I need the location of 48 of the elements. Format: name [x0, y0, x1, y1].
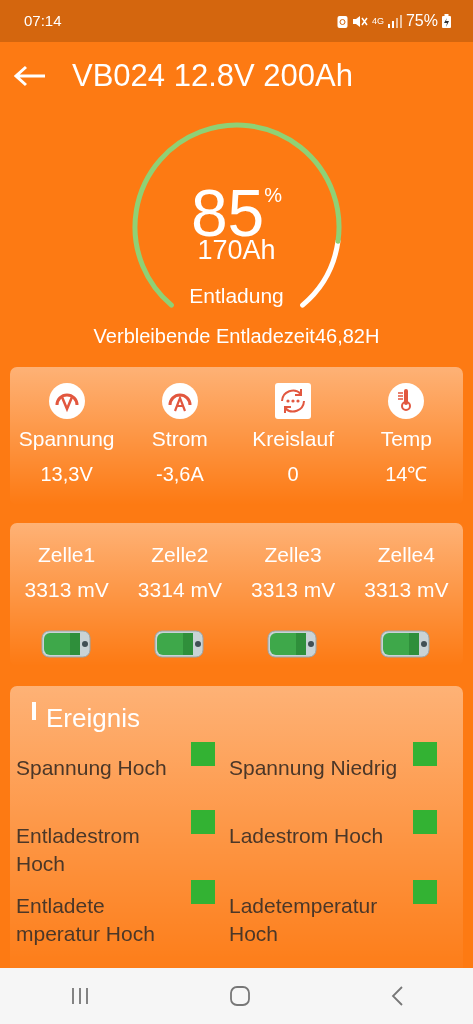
remaining-time: Verbleibende Entladezeit46,82H	[93, 325, 380, 347]
cell-voltage: 3313 mV	[251, 577, 336, 603]
page-title: VB024 12.8V 200Ah	[72, 56, 353, 95]
network-type: 4G	[371, 16, 384, 26]
recent-apps-icon[interactable]	[70, 988, 89, 1004]
event-label: Entladete mperatur Hoch	[16, 892, 156, 947]
metric-value: 14℃	[385, 461, 428, 487]
battery-cell-icon	[380, 629, 433, 658]
battery-cell-icon	[267, 629, 320, 658]
home-icon[interactable]	[229, 986, 250, 1006]
metric-label: Strom	[151, 426, 208, 452]
cell-name: Zelle1	[38, 541, 96, 568]
cell-name: Zelle2	[151, 541, 209, 568]
ammeter-icon	[161, 383, 198, 419]
event-label: Ladetemperatur Hoch	[229, 892, 379, 947]
cell-name: Zelle4	[377, 541, 435, 568]
cell-voltage: 3314 mV	[137, 577, 222, 603]
battery-percent: 75%	[405, 11, 438, 31]
event-label: Spannung Niedrig	[229, 754, 398, 781]
cell-voltage: 3313 mV	[24, 577, 109, 603]
event-label: Ladestrom Hoch	[229, 822, 384, 849]
metric-value: -3,6A	[155, 461, 204, 487]
back-icon[interactable]	[390, 986, 403, 1006]
percent-unit: %	[264, 184, 283, 206]
back-arrow-icon[interactable]	[14, 65, 46, 87]
battery-cell-icon	[153, 629, 206, 658]
cycle-icon	[275, 383, 312, 419]
battery-cell-icon	[40, 629, 93, 658]
notification-icon	[336, 14, 348, 28]
voltmeter-icon	[48, 383, 85, 419]
event-label: Entladestrom Hoch	[16, 822, 141, 877]
thermometer-icon	[388, 383, 425, 419]
cell-name: Zelle3	[264, 541, 322, 568]
gauge-track	[299, 238, 340, 308]
metric-label: Spannung	[18, 426, 115, 452]
cell-voltage: 3313 mV	[364, 577, 449, 603]
event-label: Spannung Hoch	[16, 754, 167, 781]
mute-icon	[351, 14, 368, 28]
metric-value: 0	[287, 461, 299, 487]
metric-label: Kreislauf	[252, 426, 334, 452]
section-marker-icon	[32, 701, 36, 720]
status-time: 07:14	[24, 10, 62, 31]
mode-label: Entladung	[189, 284, 284, 307]
signal-icon	[387, 14, 402, 28]
battery-icon	[442, 14, 451, 28]
metric-label: Temp	[380, 426, 433, 452]
metric-value: 13,3V	[40, 461, 93, 487]
section-title: Ereignis	[46, 701, 140, 734]
